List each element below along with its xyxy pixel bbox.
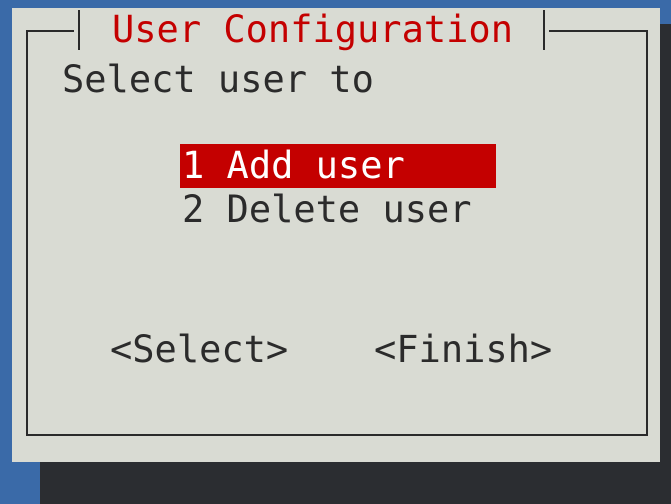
user-menu: 1 Add user 2 Delete user: [180, 144, 496, 232]
menu-item-add-user[interactable]: 1 Add user: [180, 144, 496, 188]
select-button[interactable]: <Select>: [110, 328, 288, 372]
dialog-prompt: Select user to: [62, 58, 374, 101]
finish-button[interactable]: <Finish>: [374, 328, 552, 372]
dialog-shadow-right: [660, 24, 671, 504]
user-configuration-dialog: User Configuration Select user to 1 Add …: [12, 8, 660, 462]
dialog-title: User Configuration: [112, 8, 513, 51]
menu-item-delete-user[interactable]: 2 Delete user: [180, 188, 496, 232]
title-right-tick: [542, 10, 545, 50]
dialog-shadow-bottom: [40, 462, 671, 504]
dialog-title-bar: User Configuration: [74, 8, 549, 52]
